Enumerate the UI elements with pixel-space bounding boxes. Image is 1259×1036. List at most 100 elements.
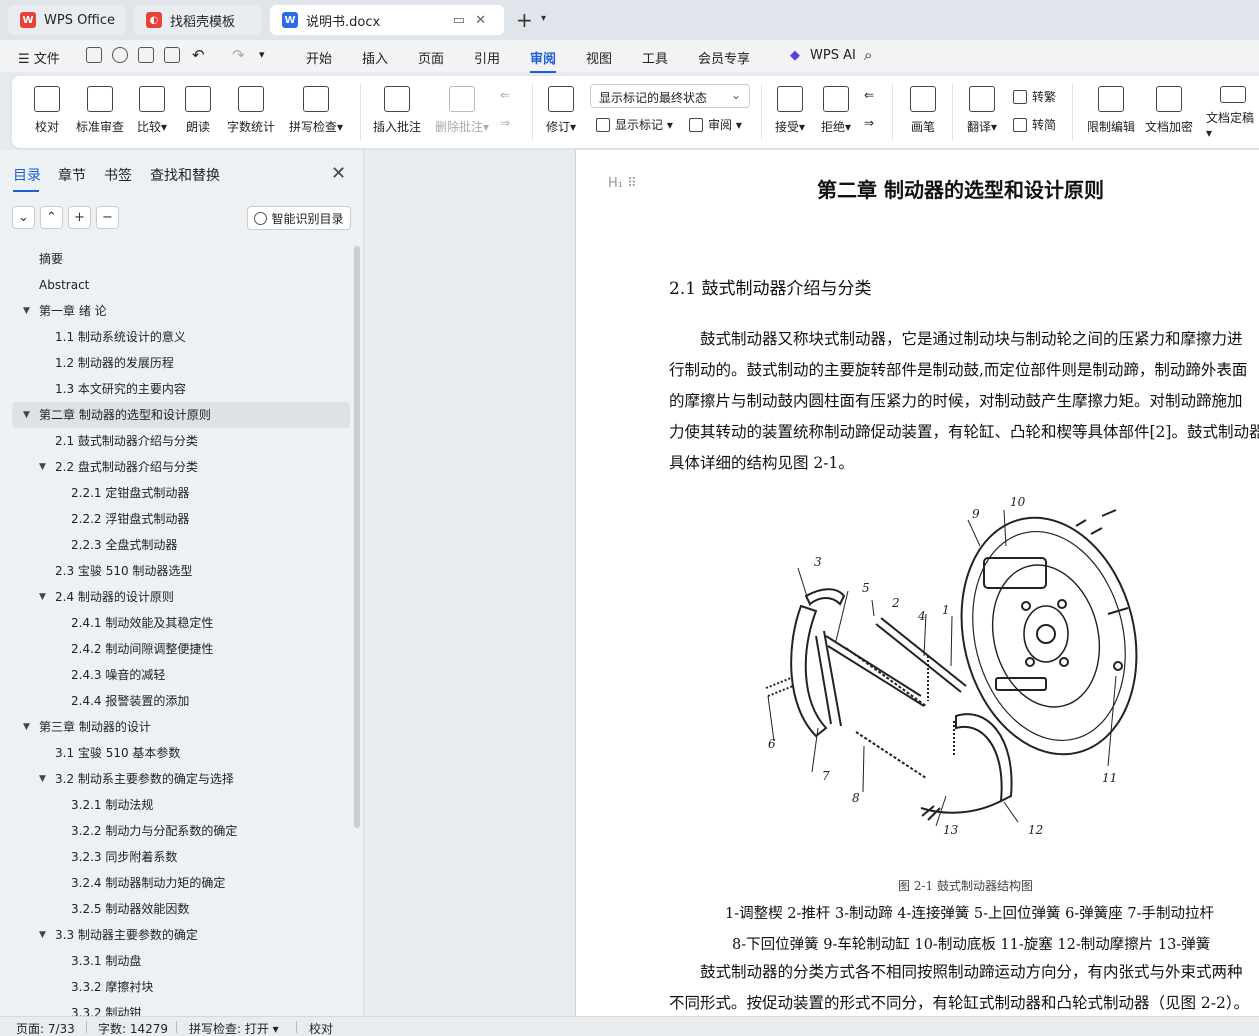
menu-review[interactable]: 审阅	[530, 48, 557, 73]
compare-button[interactable]: 比较▾	[134, 80, 170, 140]
toc-item[interactable]: 2.4.2 制动间隙调整便捷性	[12, 636, 350, 662]
expand-arrow-icon[interactable]: ▼	[39, 454, 46, 480]
display-mode-select[interactable]: 显示标记的最终状态 ⌄	[590, 84, 750, 108]
show-markup-button[interactable]: 显示标记 ▾	[596, 116, 673, 133]
standard-review-button[interactable]: 标准审查	[75, 80, 125, 140]
tab-find-replace[interactable]: 查找和替换	[150, 165, 220, 185]
print-preview-icon[interactable]	[164, 47, 180, 63]
expand-arrow-icon[interactable]: ▼	[39, 584, 46, 610]
toc-item[interactable]: 2.2.1 定钳盘式制动器	[12, 480, 350, 506]
tab-chapters[interactable]: 章节	[58, 165, 86, 185]
close-pane-icon[interactable]: ✕	[331, 163, 346, 184]
expand-arrow-icon[interactable]: ▼	[23, 402, 30, 428]
save-icon[interactable]	[86, 47, 102, 63]
smart-toc-button[interactable]: 智能识别目录	[247, 206, 351, 230]
search-icon[interactable]: ⌕	[864, 46, 872, 64]
expand-arrow-icon[interactable]: ▼	[39, 766, 46, 792]
remove-heading-icon[interactable]: −	[96, 206, 119, 229]
menu-page[interactable]: 页面	[418, 48, 444, 67]
toc-item[interactable]: ▼ 2.2 盘式制动器介绍与分类	[12, 454, 350, 480]
toc-item[interactable]: ▼ 3.3 制动器主要参数的确定	[12, 922, 350, 948]
share-icon[interactable]	[112, 47, 128, 63]
toc-item[interactable]: ▼ 3.2 制动系主要参数的确定与选择	[12, 766, 350, 792]
toc-item[interactable]: 2.4.1 制动效能及其稳定性	[12, 610, 350, 636]
toc-item[interactable]: 3.2.5 制动器效能因数	[12, 896, 350, 922]
word-count-status[interactable]: 字数: 14279	[98, 1020, 168, 1036]
print-icon[interactable]	[138, 47, 154, 63]
window-restore-icon[interactable]: ▭	[453, 13, 475, 28]
encrypt-button[interactable]: 文档加密	[1144, 80, 1194, 140]
menu-start[interactable]: 开始	[306, 48, 332, 67]
next-comment-icon[interactable]: ⇒	[500, 116, 510, 130]
expand-arrow-icon[interactable]: ▼	[39, 922, 46, 948]
delete-comment-button[interactable]: 删除批注▾	[432, 80, 492, 140]
toc-item[interactable]: 3.2.4 制动器制动力矩的确定	[12, 870, 350, 896]
wps-ai-button[interactable]: WPS AI	[810, 48, 856, 63]
toc-item[interactable]: 2.2.3 全盘式制动器	[12, 532, 350, 558]
finalize-button[interactable]: 文档定稿▾	[1206, 80, 1259, 140]
tab-wps-office[interactable]: W WPS Office	[8, 5, 126, 35]
to-simplified-button[interactable]: 转简	[1013, 116, 1056, 133]
collapse-up-icon[interactable]: ⌃	[40, 206, 63, 229]
toc-item[interactable]: 3.3.2 摩擦衬块	[12, 974, 350, 1000]
toc-item[interactable]: 1.3 本文研究的主要内容	[12, 376, 350, 402]
previous-comment-icon[interactable]: ⇐	[500, 88, 510, 102]
chevron-down-icon[interactable]: ▾	[541, 13, 546, 24]
insert-comment-button[interactable]: 插入批注	[372, 80, 422, 140]
toc-item[interactable]: 2.2.2 浮钳盘式制动器	[12, 506, 350, 532]
next-revision-icon[interactable]: ⇒	[864, 116, 874, 130]
toc-item[interactable]: 3.3.1 制动盘	[12, 948, 350, 974]
new-tab-plus-icon[interactable]: +	[516, 8, 533, 32]
previous-revision-icon[interactable]: ⇐	[864, 88, 874, 102]
toc-item[interactable]: ▼ 2.4 制动器的设计原则	[12, 584, 350, 610]
tab-document[interactable]: W 说明书.docx ▭✕	[270, 5, 504, 35]
toc-item[interactable]: ▼ 第三章 制动器的设计	[12, 714, 350, 740]
toc-item[interactable]: 1.2 制动器的发展历程	[12, 350, 350, 376]
review-pane-button[interactable]: 审阅 ▾	[689, 116, 742, 133]
toc-item[interactable]: 3.2.2 制动力与分配系数的确定	[12, 818, 350, 844]
reject-button[interactable]: 拒绝▾	[818, 80, 854, 140]
word-count-button[interactable]: 字数统计	[226, 80, 276, 140]
toc-item[interactable]: 2.3 宝骏 510 制动器选型	[12, 558, 350, 584]
close-icon[interactable]: ✕	[475, 13, 496, 28]
toc-item[interactable]: Abstract	[12, 272, 350, 298]
toc-scrollbar[interactable]	[354, 246, 360, 828]
menu-insert[interactable]: 插入	[362, 48, 388, 67]
translate-button[interactable]: 翻译▾	[964, 80, 1000, 140]
document-page[interactable]: H₁ ⠿ 第二章 制动器的选型和设计原则 2.1 鼓式制动器介绍与分类 鼓式制动…	[575, 150, 1259, 1016]
proofread-button[interactable]: 校对	[34, 80, 60, 140]
heading-drag-handle-icon[interactable]: H₁ ⠿	[608, 176, 637, 191]
menu-member[interactable]: 会员专享	[698, 48, 750, 67]
accept-button[interactable]: 接受▾	[772, 80, 808, 140]
revise-button[interactable]: 修订▾	[542, 80, 580, 140]
tab-bookmarks[interactable]: 书签	[104, 165, 132, 185]
restrict-edit-button[interactable]: 限制编辑	[1086, 80, 1136, 140]
toc-item[interactable]: ▼ 第二章 制动器的选型和设计原则	[12, 402, 350, 428]
redo-icon[interactable]: ↷	[232, 46, 245, 64]
expand-arrow-icon[interactable]: ▼	[23, 298, 30, 324]
read-aloud-button[interactable]: 朗读	[185, 80, 211, 140]
menu-tools[interactable]: 工具	[642, 48, 668, 67]
toc-item[interactable]: 3.2.1 制动法规	[12, 792, 350, 818]
undo-icon[interactable]: ↶	[192, 46, 205, 64]
spell-check-button[interactable]: 拼写检查▾	[286, 80, 346, 140]
toc-item[interactable]: 3.2.3 同步附着系数	[12, 844, 350, 870]
expand-down-icon[interactable]: ⌄	[12, 206, 35, 229]
toc-item[interactable]: 3.1 宝骏 510 基本参数	[12, 740, 350, 766]
toc-item[interactable]: 2.4.3 噪音的减轻	[12, 662, 350, 688]
file-menu[interactable]: ☰ 文件	[18, 48, 60, 67]
expand-arrow-icon[interactable]: ▼	[23, 714, 30, 740]
page-indicator[interactable]: 页面: 7/33	[16, 1020, 75, 1036]
tab-toc[interactable]: 目录	[13, 165, 41, 192]
quick-access-more-icon[interactable]: ▾	[259, 48, 265, 61]
proofread-status[interactable]: 校对	[309, 1020, 333, 1036]
to-traditional-button[interactable]: 转繁	[1013, 88, 1056, 105]
menu-view[interactable]: 视图	[586, 48, 612, 67]
tab-template[interactable]: ◐ 找稻壳模板	[134, 5, 262, 35]
toc-item[interactable]: 1.1 制动系统设计的意义	[12, 324, 350, 350]
pen-button[interactable]: 画笔	[910, 80, 936, 140]
toc-item[interactable]: 摘要	[12, 246, 350, 272]
toc-item[interactable]: 2.4.4 报警装置的添加	[12, 688, 350, 714]
toc-item[interactable]: 2.1 鼓式制动器介绍与分类	[12, 428, 350, 454]
menu-reference[interactable]: 引用	[474, 48, 500, 67]
